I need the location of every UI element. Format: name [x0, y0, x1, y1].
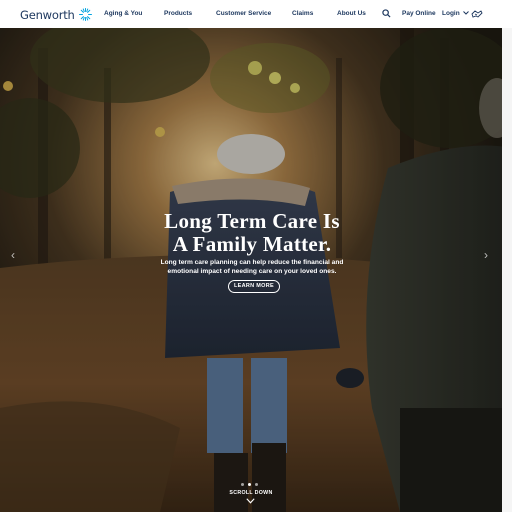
login-menu[interactable]: Login: [442, 10, 469, 17]
site-header: Genworth Aging & You Products Customer S…: [0, 0, 512, 28]
nav-customer-service[interactable]: Customer Service: [216, 10, 271, 17]
scroll-down-chevron-icon[interactable]: [246, 498, 255, 504]
nav-about-us[interactable]: About Us: [337, 10, 366, 17]
page: Genworth Aging & You Products Customer S…: [0, 0, 512, 512]
logo-burst-icon: [78, 8, 92, 21]
headline-line-2: A Family Matter.: [172, 232, 332, 256]
nav-claims[interactable]: Claims: [292, 10, 313, 17]
carousel-dots: [241, 483, 258, 486]
headline-line-1: Long Term Care Is: [164, 209, 340, 233]
carousel-dot[interactable]: [255, 483, 258, 486]
scroll-down-label[interactable]: SCROLL DOWN: [0, 490, 502, 496]
carousel-dot[interactable]: [248, 483, 251, 486]
nav-products[interactable]: Products: [164, 10, 192, 17]
chevron-down-icon: [462, 11, 469, 15]
pay-online-link[interactable]: Pay Online: [402, 10, 436, 17]
chevron-left-icon[interactable]: ‹: [11, 248, 15, 262]
helping-hands-icon[interactable]: [471, 8, 483, 19]
genworth-logo[interactable]: Genworth: [20, 7, 93, 22]
carousel-dot[interactable]: [241, 483, 244, 486]
learn-more-button[interactable]: LEARN MORE: [228, 280, 280, 293]
hero-subtext: Long term care planning can help reduce …: [160, 259, 344, 275]
login-label: Login: [442, 10, 460, 17]
right-edge-strip: [502, 28, 512, 512]
nav-aging-and-you[interactable]: Aging & You: [104, 10, 142, 17]
hero-headline: Long Term Care Is A Family Matter.: [0, 210, 504, 256]
chevron-right-icon[interactable]: ›: [484, 248, 488, 262]
logo-wordmark: Genworth: [20, 7, 75, 22]
hero-carousel: Long Term Care Is A Family Matter. Long …: [0, 28, 512, 512]
search-icon[interactable]: [382, 9, 391, 18]
